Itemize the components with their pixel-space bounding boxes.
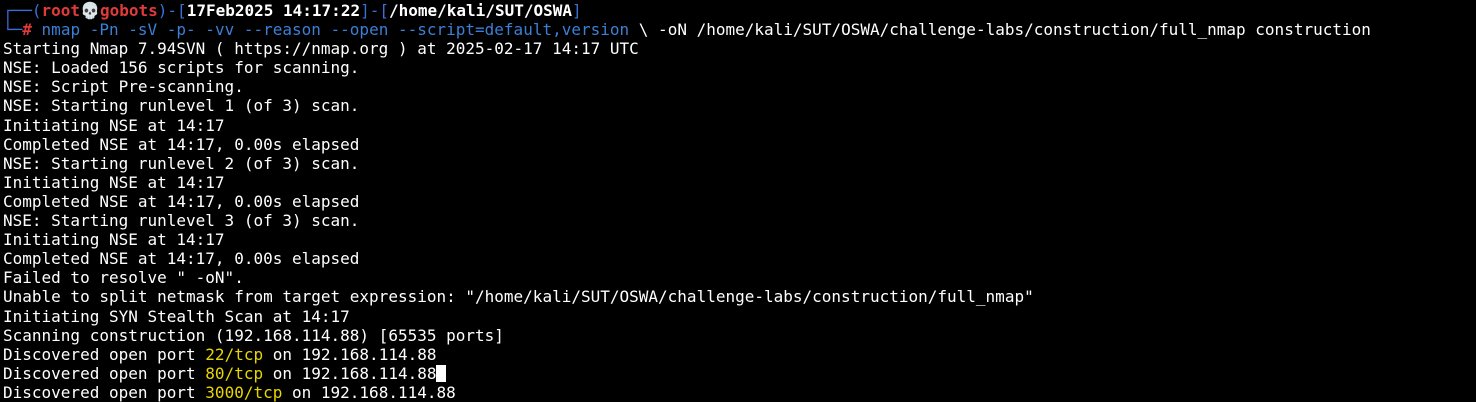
output-line: Unable to split netmask from target expr…: [3, 287, 1034, 307]
output-block: Starting Nmap 7.94SVN ( https://nmap.org…: [3, 39, 1476, 402]
output-line: NSE: Loaded 156 scripts for scanning.: [3, 58, 360, 78]
port-suffix: on 192.168.114.88: [282, 382, 456, 402]
prompt-line: ┌──(root💀gobots)-[17Feb2025 14:17:22]-[/…: [3, 1, 582, 20]
terminal[interactable]: ┌──(root💀gobots)-[17Feb2025 14:17:22]-[/…: [0, 0, 1476, 402]
output-line: Completed NSE at 14:17, 0.00s elapsed: [3, 191, 360, 211]
output-line: Failed to resolve " -oN".: [3, 268, 244, 288]
output-line: Completed NSE at 14:17, 0.00s elapsed: [3, 249, 360, 269]
output-line: Scanning construction (192.168.114.88) […: [3, 325, 504, 345]
port-number: 80/tcp: [205, 363, 264, 383]
command-line: └─# nmap -Pn -sV -p- -vv --reason --open…: [3, 20, 1371, 40]
port-line: Discovered open port 80/tcp on 192.168.1…: [3, 364, 1476, 383]
port-suffix: on 192.168.114.88: [263, 344, 437, 364]
prompt-date: 17Feb2025 14:17:22: [186, 1, 361, 20]
port-prefix: Discovered open port: [3, 344, 206, 364]
command-rest: \ -oN /home/kali/SUT/OSWA/challenge-labs…: [629, 20, 1371, 40]
output-line: Starting Nmap 7.94SVN ( https://nmap.org…: [3, 39, 639, 59]
port-suffix: on 192.168.114.88: [263, 363, 437, 383]
command-colored: nmap -Pn -sV -p- -vv --reason --open --s…: [41, 20, 630, 40]
prompt-user: root: [41, 1, 81, 20]
skull-icon: 💀: [80, 1, 100, 20]
prompt-path: /home/kali/SUT/OSWA: [388, 1, 573, 20]
port-prefix: Discovered open port: [3, 382, 206, 402]
prompt-symbol: #: [22, 20, 32, 40]
output-line: Completed NSE at 14:17, 0.00s elapsed: [3, 134, 360, 154]
output-line: Initiating SYN Stealth Scan at 14:17: [3, 306, 350, 326]
port-line: Discovered open port 22/tcp on 192.168.1…: [3, 345, 1476, 364]
port-line: Discovered open port 3000/tcp on 192.168…: [3, 383, 1476, 402]
output-line: Initiating NSE at 14:17: [3, 230, 225, 250]
prompt-host: gobots: [99, 1, 158, 20]
output-line: NSE: Script Pre-scanning.: [3, 77, 244, 97]
output-line: Initiating NSE at 14:17: [3, 115, 225, 135]
output-line: NSE: Starting runlevel 1 (of 3) scan.: [3, 96, 360, 116]
output-line: NSE: Starting runlevel 3 (of 3) scan.: [3, 211, 360, 231]
output-line: Initiating NSE at 14:17: [3, 172, 225, 192]
port-number: 22/tcp: [205, 344, 264, 364]
port-prefix: Discovered open port: [3, 363, 206, 383]
terminal-cursor: [436, 364, 447, 382]
output-line: NSE: Starting runlevel 2 (of 3) scan.: [3, 153, 360, 173]
port-number: 3000/tcp: [205, 382, 283, 402]
